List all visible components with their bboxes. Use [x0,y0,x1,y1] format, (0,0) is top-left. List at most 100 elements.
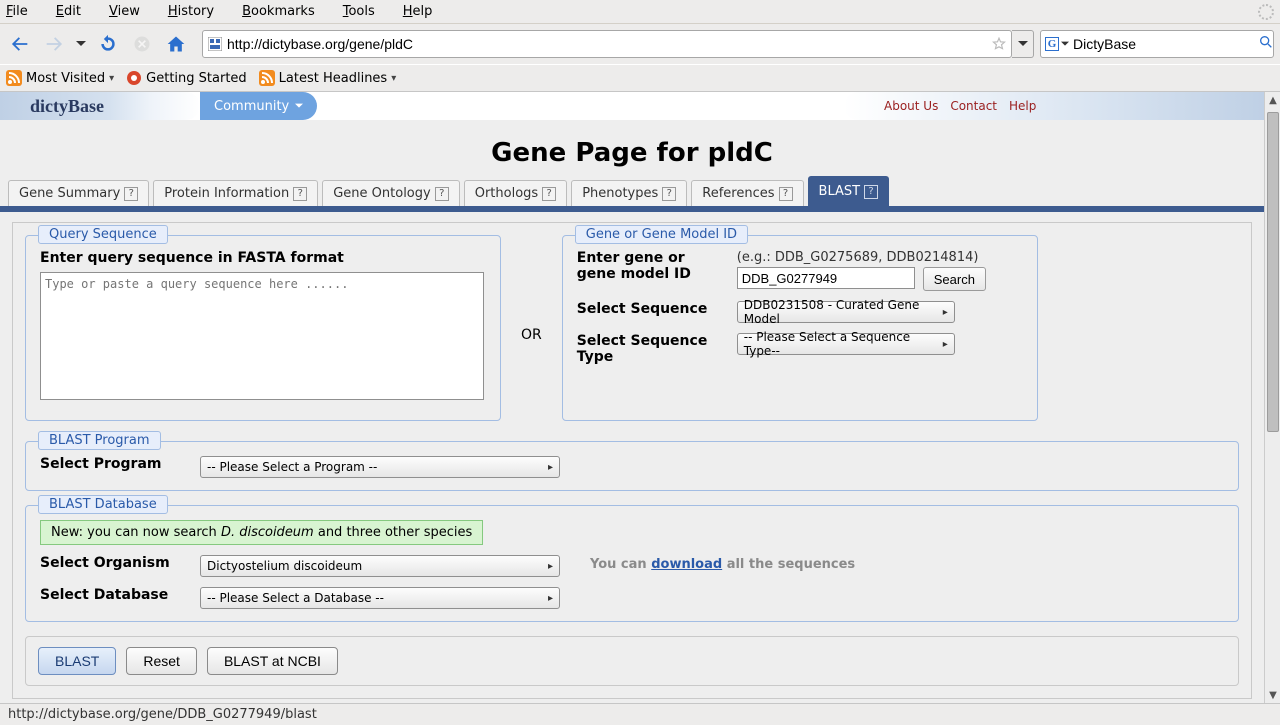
reload-icon [98,34,118,54]
search-input[interactable] [1069,32,1258,56]
menu-help[interactable]: Help [403,4,447,19]
reload-button[interactable] [94,30,122,58]
bookmark-item-icon [126,70,142,86]
bookmark-getting-started[interactable]: Getting Started [126,70,247,86]
tab-protein-information[interactable]: Protein Information? [153,180,318,206]
browser-navbar: G [0,24,1280,64]
throbber-icon [1258,4,1274,20]
tab-row: Gene Summary? Protein Information? Gene … [0,182,1264,212]
help-icon[interactable]: ? [864,185,878,199]
query-sequence-textarea[interactable] [40,272,484,400]
select-database[interactable]: -- Please Select a Database --▸ [200,587,560,609]
arrow-right-icon [43,33,65,55]
rss-folder-icon [6,70,22,86]
page-viewport: ▲ ▼ dictyBase Community About Us Contact… [0,92,1280,703]
site-nav-community[interactable]: Community [200,92,317,120]
search-engine-icon[interactable]: G [1045,37,1069,51]
back-button[interactable] [6,30,34,58]
menu-edit[interactable]: Edit [56,4,95,19]
link-help[interactable]: Help [1009,99,1036,113]
page-title: Gene Page for pldC [0,120,1264,182]
link-about-us[interactable]: About Us [884,99,938,113]
url-bar[interactable] [202,30,1012,58]
label-select-database: Select Database [40,587,188,603]
legend-gene-id: Gene or Gene Model ID [575,225,748,244]
chevron-down-icon [76,39,86,49]
home-icon [166,34,186,54]
menu-history[interactable]: History [168,4,228,19]
select-program[interactable]: -- Please Select a Program --▸ [200,456,560,478]
help-icon[interactable]: ? [435,187,449,201]
stop-button [128,30,156,58]
chevron-updown-icon: ▸ [943,307,948,318]
fieldset-gene-id: Gene or Gene Model ID Enter gene or gene… [562,235,1038,421]
home-button[interactable] [162,30,190,58]
fieldset-blast-database: BLAST Database New: you can now search D… [25,505,1239,622]
gene-id-search-button[interactable]: Search [923,267,986,291]
site-header: dictyBase Community About Us Contact Hel… [0,92,1264,120]
reset-button[interactable]: Reset [126,647,197,675]
menu-tools[interactable]: Tools [343,4,389,19]
button-row: BLAST Reset BLAST at NCBI [25,636,1239,686]
bookmark-star-icon[interactable] [991,36,1007,52]
chevron-updown-icon: ▸ [548,462,553,473]
help-icon[interactable]: ? [779,187,793,201]
tab-gene-ontology[interactable]: Gene Ontology? [322,180,459,206]
site-favicon-icon [207,36,223,52]
label-query-sequence: Enter query sequence in FASTA format [40,250,486,266]
tab-blast[interactable]: BLAST? [808,176,890,206]
chevron-down-icon [295,102,303,110]
url-history-dropdown[interactable] [1012,30,1034,58]
label-select-program: Select Program [40,456,188,472]
vertical-scrollbar[interactable]: ▲ ▼ [1264,92,1280,703]
download-link[interactable]: download [651,557,722,572]
blast-button[interactable]: BLAST [38,647,116,675]
label-select-sequence-type: Select Sequence Type [577,333,725,365]
status-bar: http://dictybase.org/gene/DDB_G0277949/b… [0,703,1280,725]
scroll-down-icon[interactable]: ▼ [1265,687,1280,703]
menu-view[interactable]: View [109,4,154,19]
label-or: OR [513,327,550,343]
link-contact[interactable]: Contact [950,99,997,113]
select-sequence[interactable]: DDB0231508 - Curated Gene Model▸ [737,301,955,323]
status-text: http://dictybase.org/gene/DDB_G0277949/b… [8,707,317,722]
label-select-organism: Select Organism [40,555,188,571]
tab-references[interactable]: References? [691,180,803,206]
help-icon[interactable]: ? [293,187,307,201]
menu-bookmarks[interactable]: Bookmarks [242,4,329,19]
browser-menubar: File Edit View History Bookmarks Tools H… [0,0,1280,24]
forward-button [40,30,68,58]
url-input[interactable] [223,32,991,56]
menu-file[interactable]: File [6,4,42,19]
site-header-links: About Us Contact Help [844,92,1264,120]
bookmark-most-visited[interactable]: Most Visited▾ [6,70,114,86]
gene-id-hint: (e.g.: DDB_G0275689, DDB0214814) [737,250,1023,265]
site-logo-region[interactable]: dictyBase [0,92,200,120]
tab-gene-summary[interactable]: Gene Summary? [8,180,149,206]
bookmarks-toolbar: Most Visited▾ Getting Started Latest Hea… [0,64,1280,92]
legend-blast-program: BLAST Program [38,431,161,450]
help-icon[interactable]: ? [542,187,556,201]
help-icon[interactable]: ? [124,187,138,201]
select-organism[interactable]: Dictyostelium discoideum▸ [200,555,560,577]
scroll-thumb[interactable] [1267,112,1279,432]
scroll-up-icon[interactable]: ▲ [1265,92,1280,108]
chevron-updown-icon: ▸ [548,561,553,572]
note-multi-species: New: you can now search D. discoideum an… [40,520,483,545]
gene-id-input[interactable] [737,267,915,289]
search-bar[interactable]: G [1040,30,1274,58]
chevron-updown-icon: ▸ [943,339,948,350]
stop-icon [132,34,152,54]
tab-orthologs[interactable]: Orthologs? [464,180,567,206]
nav-history-dropdown[interactable] [74,39,88,49]
tab-phenotypes[interactable]: Phenotypes? [571,180,687,206]
bookmark-latest-headlines[interactable]: Latest Headlines▾ [259,70,397,86]
legend-query-sequence: Query Sequence [38,225,168,244]
search-go-icon[interactable] [1258,34,1274,54]
site-logo-text: dictyBase [30,96,104,117]
blast-at-ncbi-button[interactable]: BLAST at NCBI [207,647,338,675]
help-icon[interactable]: ? [662,187,676,201]
select-sequence-type[interactable]: -- Please Select a Sequence Type--▸ [737,333,955,355]
chevron-down-icon [1018,39,1028,49]
fieldset-query-sequence: Query Sequence Enter query sequence in F… [25,235,501,421]
